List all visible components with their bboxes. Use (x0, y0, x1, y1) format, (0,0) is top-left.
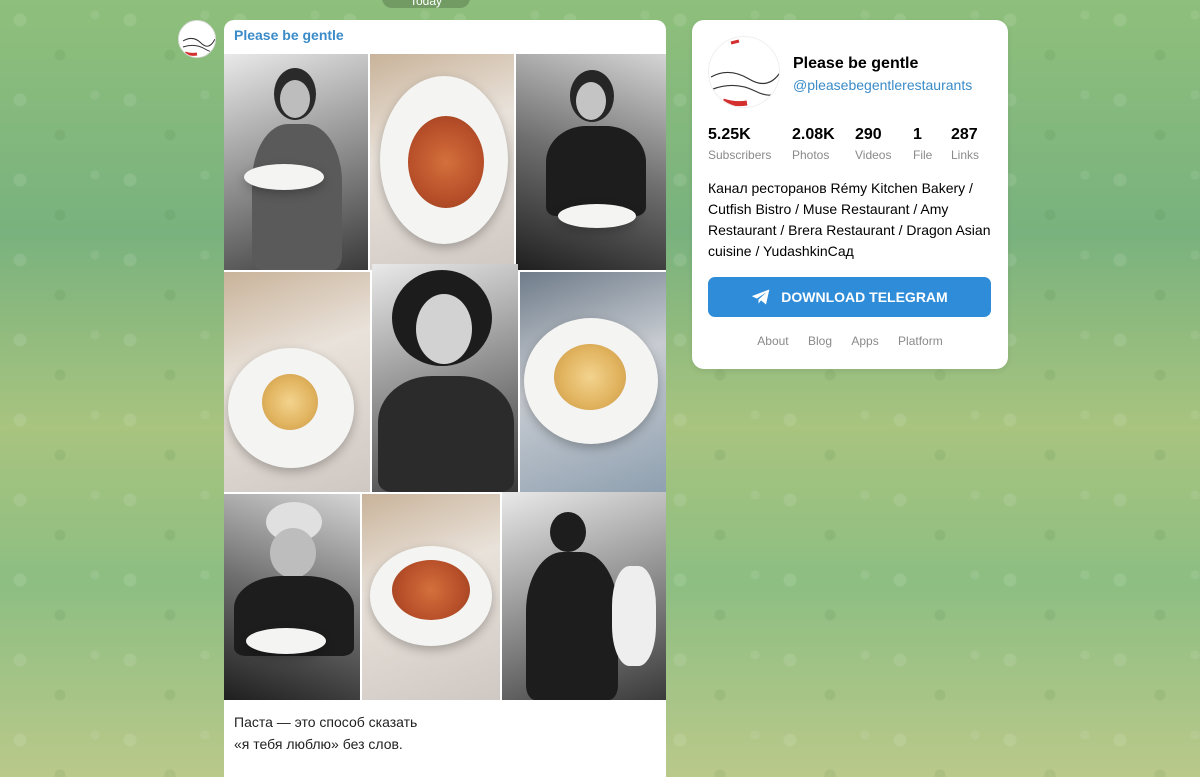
channel-description: Канал ресторанов Rémy Kitchen Bakery / C… (708, 180, 991, 259)
stat-subscribers: 5.25K Subscribers (708, 126, 771, 162)
footer-link-blog[interactable]: Blog (808, 334, 832, 348)
photo-spaghetti-nest[interactable] (224, 272, 370, 492)
stat-label: Subscribers (708, 148, 772, 162)
photo-woman-noodles-portrait[interactable] (372, 264, 518, 492)
caption-line-1: Паста — это способ сказать (234, 714, 418, 730)
photo-man-eating-with-dog[interactable] (502, 492, 666, 700)
stat-links: 287 Links (951, 126, 979, 162)
photo-woman-spaghetti-bw[interactable] (516, 54, 666, 270)
photo-pasta-with-fork[interactable] (520, 272, 666, 492)
stat-value: 5.25K (708, 126, 751, 143)
post-channel-avatar[interactable] (178, 20, 216, 58)
channel-handle-link[interactable]: @pleasebegentlerestaurants (793, 77, 972, 93)
post-author-name[interactable]: Please be gentle (234, 27, 344, 43)
stat-photos: 2.08K Photos (792, 126, 835, 162)
date-pill: Today (382, 0, 470, 8)
stat-label: Links (951, 148, 980, 162)
footer-links: About Blog Apps Platform (692, 334, 1008, 348)
download-telegram-label: DOWNLOAD TELEGRAM (781, 289, 948, 305)
photo-penne-plate[interactable] (370, 54, 514, 270)
stat-value: 290 (855, 126, 882, 143)
stat-value: 1 (913, 126, 922, 143)
telegram-plane-icon (752, 289, 770, 305)
stat-label: Videos (855, 148, 892, 162)
channel-logo-icon (709, 37, 779, 107)
stat-files: 1 File (913, 126, 932, 162)
channel-stats: 5.25K Subscribers 2.08K Photos 290 Video… (708, 126, 992, 166)
channel-info-card: Please be gentle @pleasebegentlerestaura… (692, 20, 1008, 369)
stat-value: 2.08K (792, 126, 835, 143)
channel-post: Please be gentle Паста — это способ сказ… (224, 20, 666, 777)
caption-line-2: «я тебя люблю» без слов. (234, 736, 403, 752)
footer-link-about[interactable]: About (757, 334, 788, 348)
channel-title: Please be gentle (793, 55, 919, 72)
channel-avatar[interactable] (708, 36, 780, 108)
photo-woman-headscarf-spaghetti[interactable] (224, 494, 360, 700)
photo-woman-eating-pasta[interactable] (224, 54, 368, 270)
post-caption: Паста — это способ сказать «я тебя люблю… (234, 711, 654, 755)
stat-label: Photos (792, 148, 830, 162)
footer-link-apps[interactable]: Apps (851, 334, 878, 348)
stat-value: 287 (951, 126, 978, 143)
photo-red-pasta-plate[interactable] (362, 494, 500, 700)
download-telegram-button[interactable]: DOWNLOAD TELEGRAM (708, 277, 991, 317)
stat-videos: 290 Videos (855, 126, 891, 162)
footer-link-platform[interactable]: Platform (898, 334, 943, 348)
stat-label: File (913, 148, 933, 162)
